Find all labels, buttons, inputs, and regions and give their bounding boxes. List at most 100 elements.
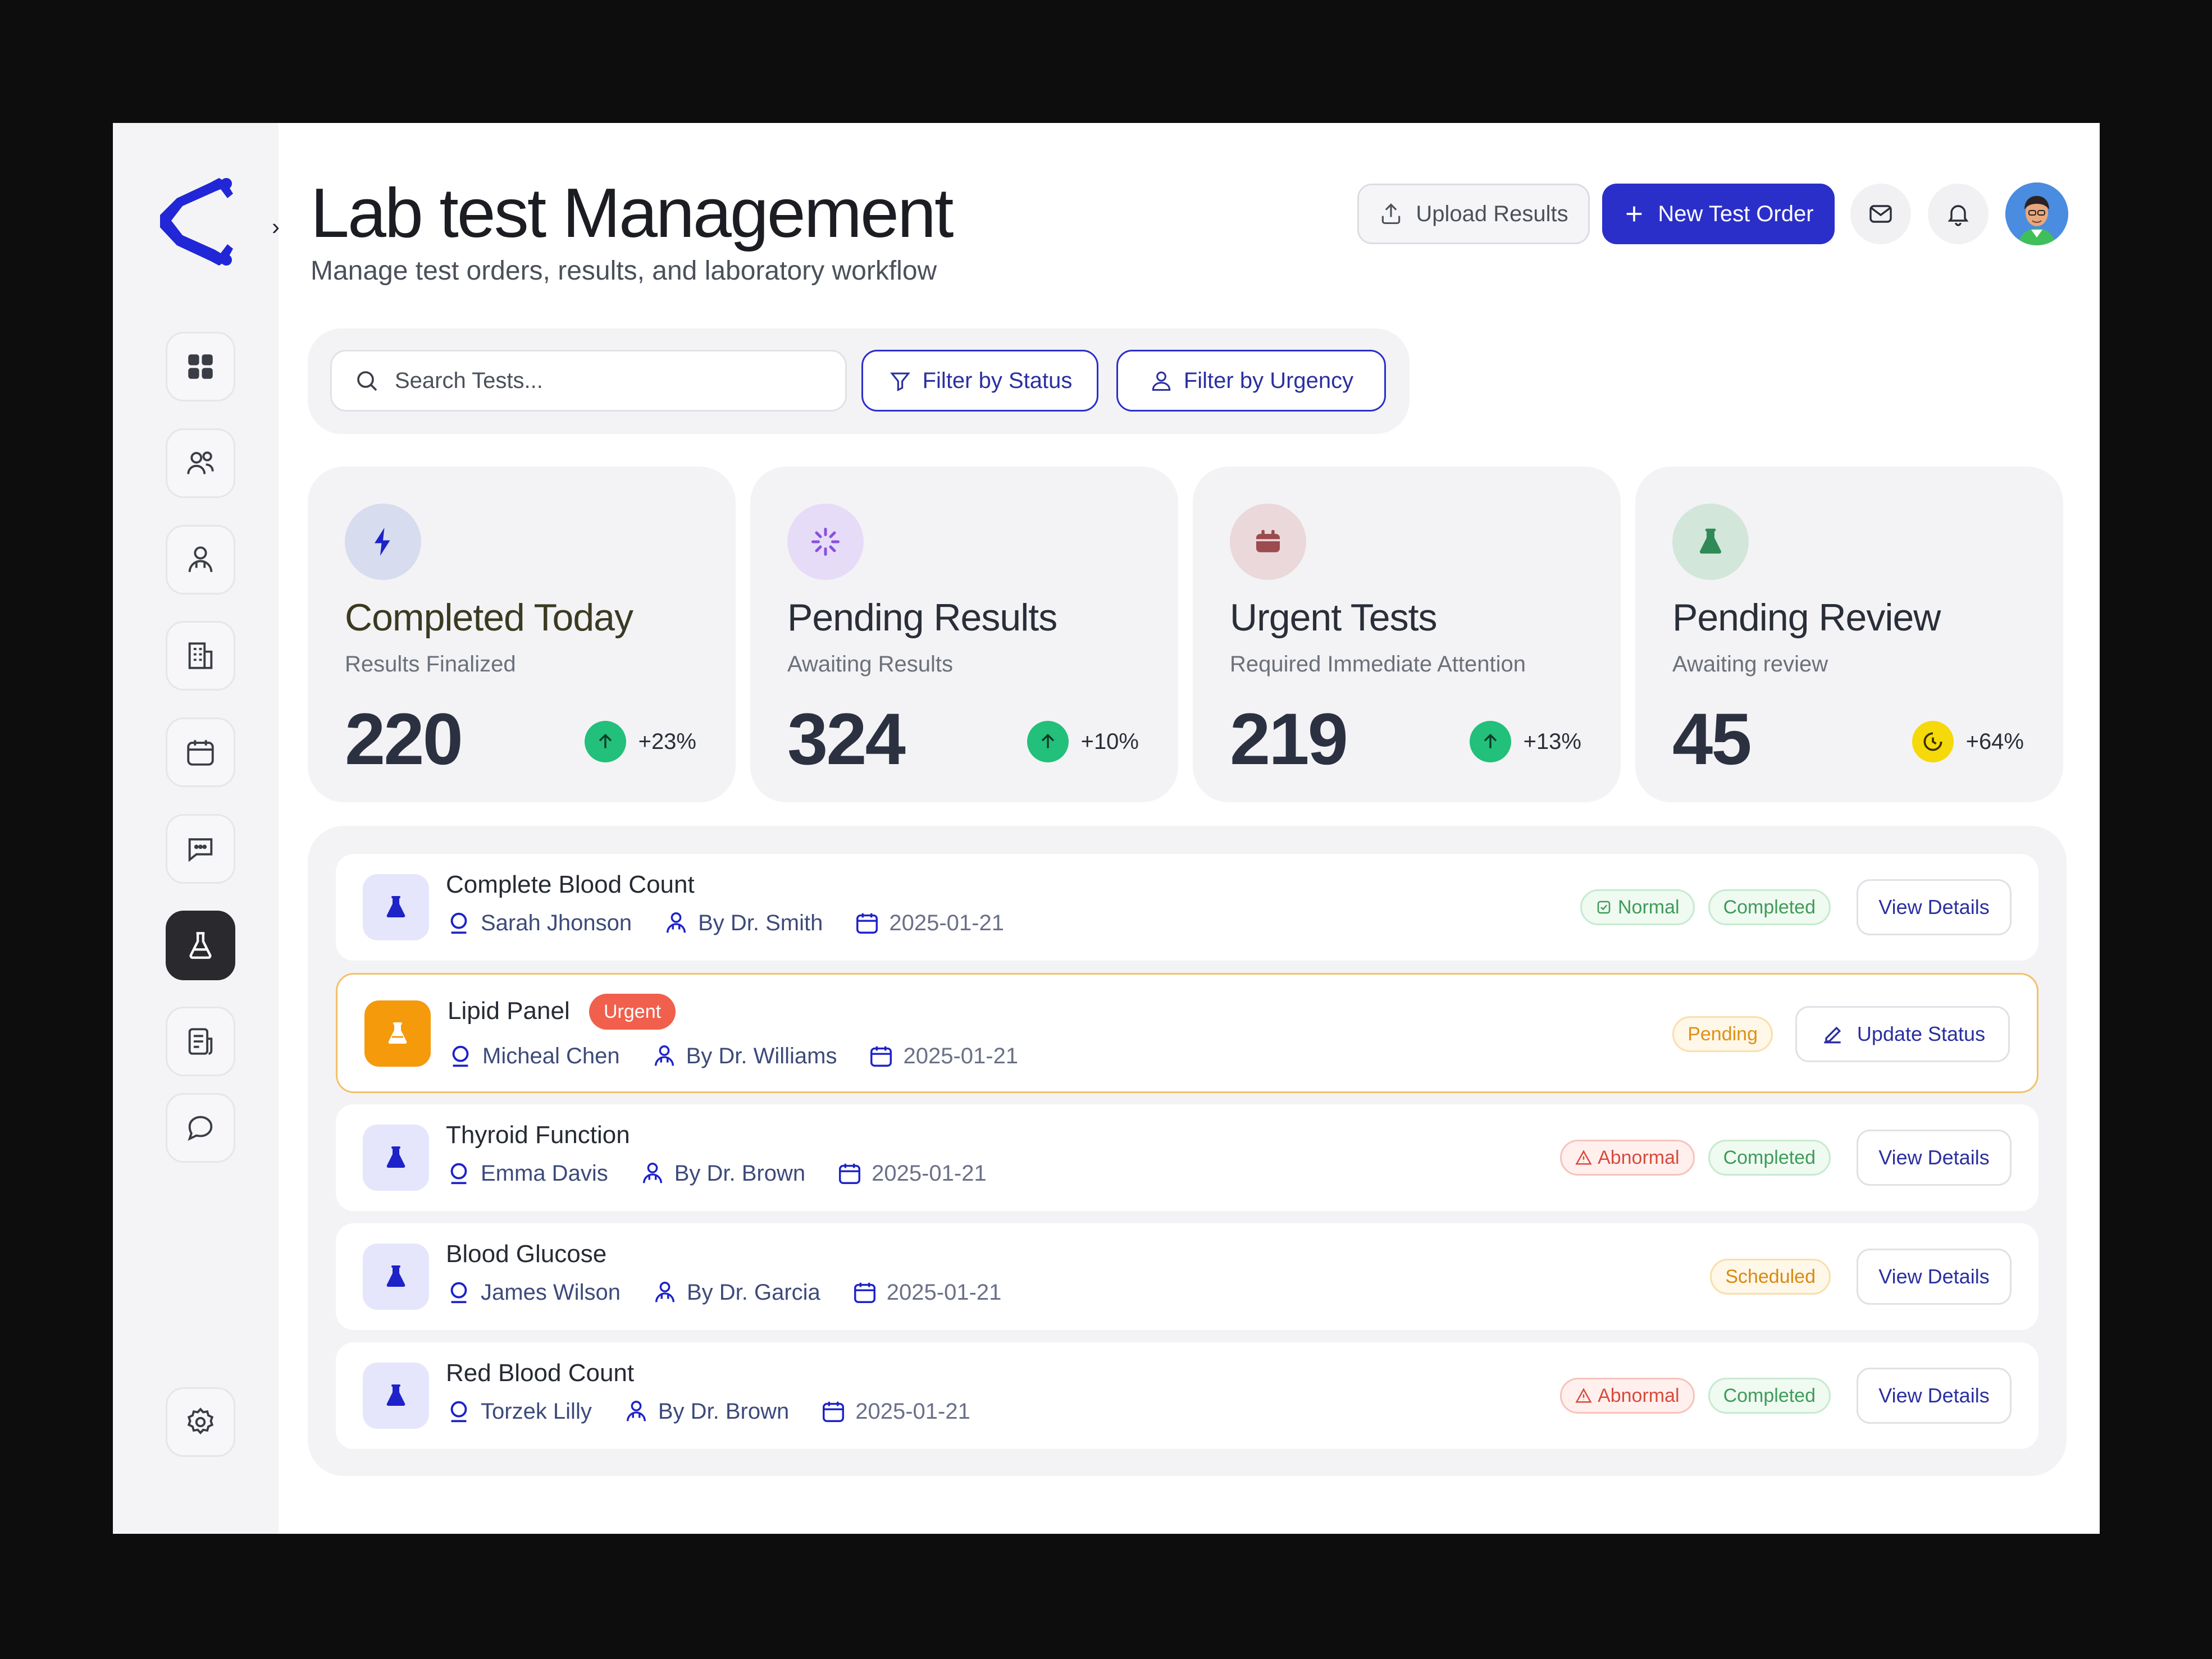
filter-by-status-button[interactable]: Filter by Status xyxy=(861,350,1098,412)
action-label: Update Status xyxy=(1857,1022,1986,1045)
patient-name: Micheal Chen xyxy=(482,1043,620,1068)
doctor-name: By Dr. Brown xyxy=(658,1399,790,1424)
patient-icon xyxy=(452,1045,469,1067)
stat-change: +10% xyxy=(1027,721,1139,762)
doctor-icon xyxy=(655,1282,675,1302)
patient-name: Torzek Lilly xyxy=(481,1399,592,1424)
stat-change-value: +10% xyxy=(1080,729,1139,754)
arrow-up-icon xyxy=(584,721,626,762)
mail-button[interactable] xyxy=(1850,184,1911,244)
stat-title: Completed Today xyxy=(345,596,633,639)
test-flask-icon xyxy=(363,1125,429,1191)
stat-icon-circle xyxy=(787,504,864,580)
report-icon xyxy=(188,1028,213,1055)
view-details-button[interactable]: View Details xyxy=(1857,1368,2012,1424)
doctor-name: By Dr. Garcia xyxy=(686,1279,820,1305)
test-row[interactable]: Thyroid Function Emma Davis By Dr. Brown… xyxy=(336,1104,2038,1211)
search-icon xyxy=(357,371,377,391)
update-status-button[interactable]: Update Status xyxy=(1795,1006,2010,1062)
doctor: By Dr. Williams xyxy=(651,1043,837,1069)
test-row[interactable]: Complete Blood Count Sarah Jhonson By Dr… xyxy=(336,854,2038,961)
stat-card-pending-review: Pending Review Awaiting review 45 +64% xyxy=(1635,467,2063,802)
status-badges: Scheduled xyxy=(1710,1259,1831,1295)
app-logo[interactable] xyxy=(149,171,244,272)
view-details-button[interactable]: View Details xyxy=(1857,1130,2012,1186)
test-meta: Torzek Lilly By Dr. Brown 2025-01-21 xyxy=(446,1399,1002,1424)
test-date: 2025-01-21 xyxy=(889,910,1004,935)
chat-icon xyxy=(188,838,213,862)
action-label: View Details xyxy=(1878,895,1990,918)
filter-icon xyxy=(890,372,910,392)
filter-by-urgency-button[interactable]: Filter by Urgency xyxy=(1116,350,1386,412)
doctor-icon xyxy=(642,1163,662,1183)
sidebar-item-calendar[interactable] xyxy=(166,717,235,787)
sidebar-item-doctors[interactable] xyxy=(166,525,235,595)
status-badge-label: Normal xyxy=(1618,896,1680,918)
stat-title: Pending Review xyxy=(1672,596,1941,639)
new-test-order-button[interactable]: New Test Order xyxy=(1602,184,1835,244)
test-date: 2025-01-21 xyxy=(903,1043,1019,1068)
test-meta: Emma Davis By Dr. Brown 2025-01-21 xyxy=(446,1160,1018,1186)
search-placeholder: Search Tests... xyxy=(395,368,543,393)
status-badge-label: Abnormal xyxy=(1598,1146,1680,1168)
sidebar-item-lab-tests[interactable] xyxy=(166,911,235,980)
patient-name: Emma Davis xyxy=(481,1160,608,1186)
status-badge: Completed xyxy=(1708,1378,1831,1414)
sidebar-item-patients[interactable] xyxy=(166,428,235,498)
page-subtitle: Manage test orders, results, and laborat… xyxy=(311,256,937,286)
sidebar-item-departments[interactable] xyxy=(166,621,235,691)
test-row[interactable]: Blood Glucose James Wilson By Dr. Garcia… xyxy=(336,1223,2038,1330)
status-badge: Scheduled xyxy=(1710,1259,1831,1295)
filter-by-urgency-label: Filter by Urgency xyxy=(1183,368,1354,393)
status-badges: Abnormal Completed xyxy=(1560,1378,1831,1414)
stat-change-value: +23% xyxy=(638,729,696,754)
sidebar-item-reports[interactable] xyxy=(166,1007,235,1076)
doctor: By Dr. Garcia xyxy=(652,1279,820,1305)
sidebar-item-settings[interactable] xyxy=(166,1387,235,1457)
sidebar-item-messages[interactable] xyxy=(166,1093,235,1163)
stat-card-pending-results: Pending Results Awaiting Results 324 +10… xyxy=(750,467,1178,802)
view-details-button[interactable]: View Details xyxy=(1857,1249,2012,1305)
stat-subtitle: Awaiting review xyxy=(1672,652,1828,677)
stat-title: Urgent Tests xyxy=(1230,596,1437,639)
stat-card-urgent-tests: Urgent Tests Required Immediate Attentio… xyxy=(1193,467,1621,802)
stat-change: +64% xyxy=(1912,721,2024,762)
notifications-button[interactable] xyxy=(1928,184,1988,244)
action-label: View Details xyxy=(1878,1384,1990,1407)
stat-change-value: +13% xyxy=(1523,729,1581,754)
stat-change-value: +64% xyxy=(1965,729,2024,754)
date: 2025-01-21 xyxy=(820,1399,970,1424)
sidebar-item-chat[interactable] xyxy=(166,814,235,884)
sidebar-item-dashboard[interactable] xyxy=(166,332,235,401)
test-row-urgent[interactable]: Lipid Panel Urgent Micheal Chen By Dr. W… xyxy=(336,973,2038,1093)
plus-icon xyxy=(1627,206,1642,222)
user-avatar[interactable] xyxy=(2005,182,2068,245)
doctor-name: By Dr. Smith xyxy=(698,910,823,935)
action-label: View Details xyxy=(1878,1146,1990,1169)
patient: Emma Davis xyxy=(446,1160,608,1186)
sidebar-collapse-chevron-icon[interactable]: › xyxy=(272,215,294,239)
calendar-icon xyxy=(870,1046,892,1067)
patient-icon xyxy=(450,912,467,934)
search-input[interactable]: Search Tests... xyxy=(330,350,847,412)
sidebar: › xyxy=(113,123,280,1534)
test-flask-icon xyxy=(363,874,429,940)
view-details-button[interactable]: View Details xyxy=(1857,879,2012,935)
status-badge-label: Completed xyxy=(1723,1384,1816,1406)
user-icon xyxy=(1152,371,1171,391)
doctor-icon xyxy=(626,1401,646,1422)
page-title: Lab test Management xyxy=(311,175,954,252)
action-label: View Details xyxy=(1878,1265,1990,1288)
upload-results-button[interactable]: Upload Results xyxy=(1357,184,1590,244)
test-row[interactable]: Red Blood Count Torzek Lilly By Dr. Brow… xyxy=(336,1342,2038,1449)
stat-subtitle: Awaiting Results xyxy=(787,652,953,677)
status-badge-label: Completed xyxy=(1723,896,1816,918)
test-flask-icon xyxy=(363,1363,429,1429)
status-badge-label: Completed xyxy=(1723,1146,1816,1168)
stat-value: 219 xyxy=(1230,698,1348,780)
test-name: Complete Blood Count xyxy=(446,871,695,898)
pencil-icon xyxy=(1824,1026,1841,1044)
date: 2025-01-21 xyxy=(854,910,1004,936)
gear-icon xyxy=(187,1407,214,1434)
patient: James Wilson xyxy=(446,1279,621,1305)
